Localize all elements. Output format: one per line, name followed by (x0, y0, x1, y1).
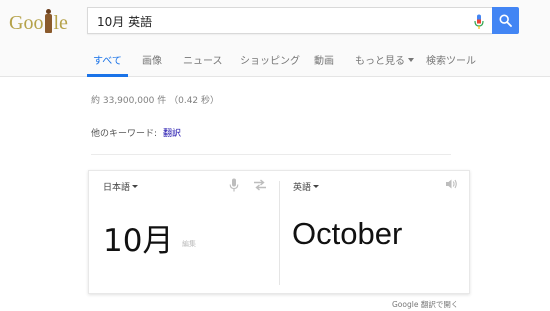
speaker-icon[interactable] (445, 178, 458, 190)
edit-link[interactable]: 編集 (182, 239, 196, 249)
pane-divider (279, 181, 280, 285)
open-in-google-translate-link[interactable]: Google 翻訳で開く (392, 299, 458, 310)
target-language-select[interactable]: 英語 (293, 180, 320, 193)
search-button[interactable] (492, 7, 519, 34)
chevron-down-icon (132, 185, 139, 188)
search-input[interactable]: 10月 英語 (97, 13, 152, 30)
tab-more[interactable]: もっと見る (355, 52, 414, 77)
tab-search-tools[interactable]: 検索ツール (426, 52, 476, 77)
target-language-label: 英語 (293, 183, 312, 193)
other-keywords: 他のキーワード: 翻訳 (91, 126, 181, 139)
tab-images[interactable]: 画像 (142, 52, 162, 77)
result-stats: 約 33,900,000 件 （0.42 秒） (91, 96, 220, 106)
source-text[interactable]: 10月 (103, 215, 173, 260)
search-box[interactable]: 10月 英語 (87, 7, 492, 34)
source-language-select[interactable]: 日本語 (103, 180, 139, 193)
divider (91, 154, 451, 155)
microphone-icon[interactable] (472, 14, 486, 30)
search-icon (499, 14, 512, 27)
chevron-down-icon (313, 185, 320, 188)
tab-news[interactable]: ニュース (183, 52, 223, 77)
chevron-down-icon (408, 58, 414, 62)
keyword-link-translate[interactable]: 翻訳 (163, 129, 181, 139)
translation-card: 日本語 英語 10月 編集 October (88, 170, 470, 294)
tab-all[interactable]: すべて (87, 52, 128, 77)
header: Goo le 10月 英語 すべて 画像 ニュース ショッピング 動画 もっと見る… (0, 0, 550, 77)
translated-text: October (292, 216, 403, 251)
swap-icon[interactable] (253, 179, 267, 191)
tab-shopping[interactable]: ショッピング (240, 52, 300, 77)
tab-more-label: もっと見る (355, 56, 405, 67)
source-language-label: 日本語 (103, 183, 131, 193)
logo-text-end: le (53, 12, 68, 34)
microphone-icon[interactable] (229, 178, 239, 192)
doodle-figure-icon (43, 9, 53, 35)
tab-videos[interactable]: 動画 (314, 52, 334, 77)
logo[interactable]: Goo le (9, 9, 71, 35)
logo-text-start: Goo (9, 12, 44, 34)
other-keywords-label: 他のキーワード: (91, 129, 158, 139)
